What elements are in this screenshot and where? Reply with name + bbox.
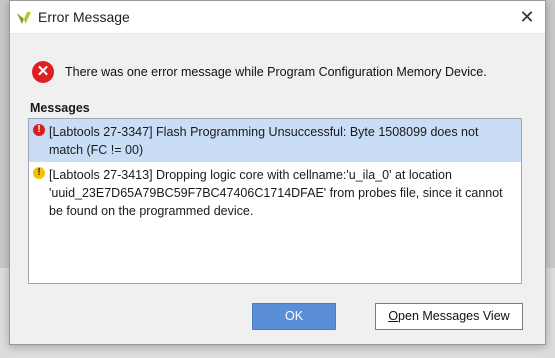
error-icon: !	[33, 124, 45, 136]
open-messages-view-button[interactable]: Open Messages View	[375, 303, 523, 330]
message-text: [Labtools 27-3413] Dropping logic core w…	[49, 168, 503, 218]
error-message-dialog: Error Message ✕ ✕ There was one error me…	[9, 0, 546, 345]
message-text: [Labtools 27-3347] Flash Programming Uns…	[49, 125, 479, 157]
ok-button[interactable]: OK	[252, 303, 336, 330]
message-item-error[interactable]: ! [Labtools 27-3347] Flash Programming U…	[29, 119, 521, 162]
button-label: pen Messages View	[398, 309, 510, 323]
messages-heading: Messages	[30, 101, 90, 115]
title-bar: Error Message ✕	[10, 1, 545, 34]
error-circle-icon: ✕	[32, 61, 54, 83]
warning-icon: !	[33, 167, 45, 179]
dialog-title: Error Message	[38, 9, 130, 25]
button-mnemonic: O	[388, 309, 399, 323]
vivado-logo-icon	[17, 12, 31, 24]
message-item-warning[interactable]: ! [Labtools 27-3413] Dropping logic core…	[29, 162, 521, 223]
messages-list[interactable]: ! [Labtools 27-3347] Flash Programming U…	[28, 118, 522, 284]
close-icon[interactable]: ✕	[515, 5, 539, 29]
summary-text: There was one error message while Progra…	[65, 65, 487, 79]
